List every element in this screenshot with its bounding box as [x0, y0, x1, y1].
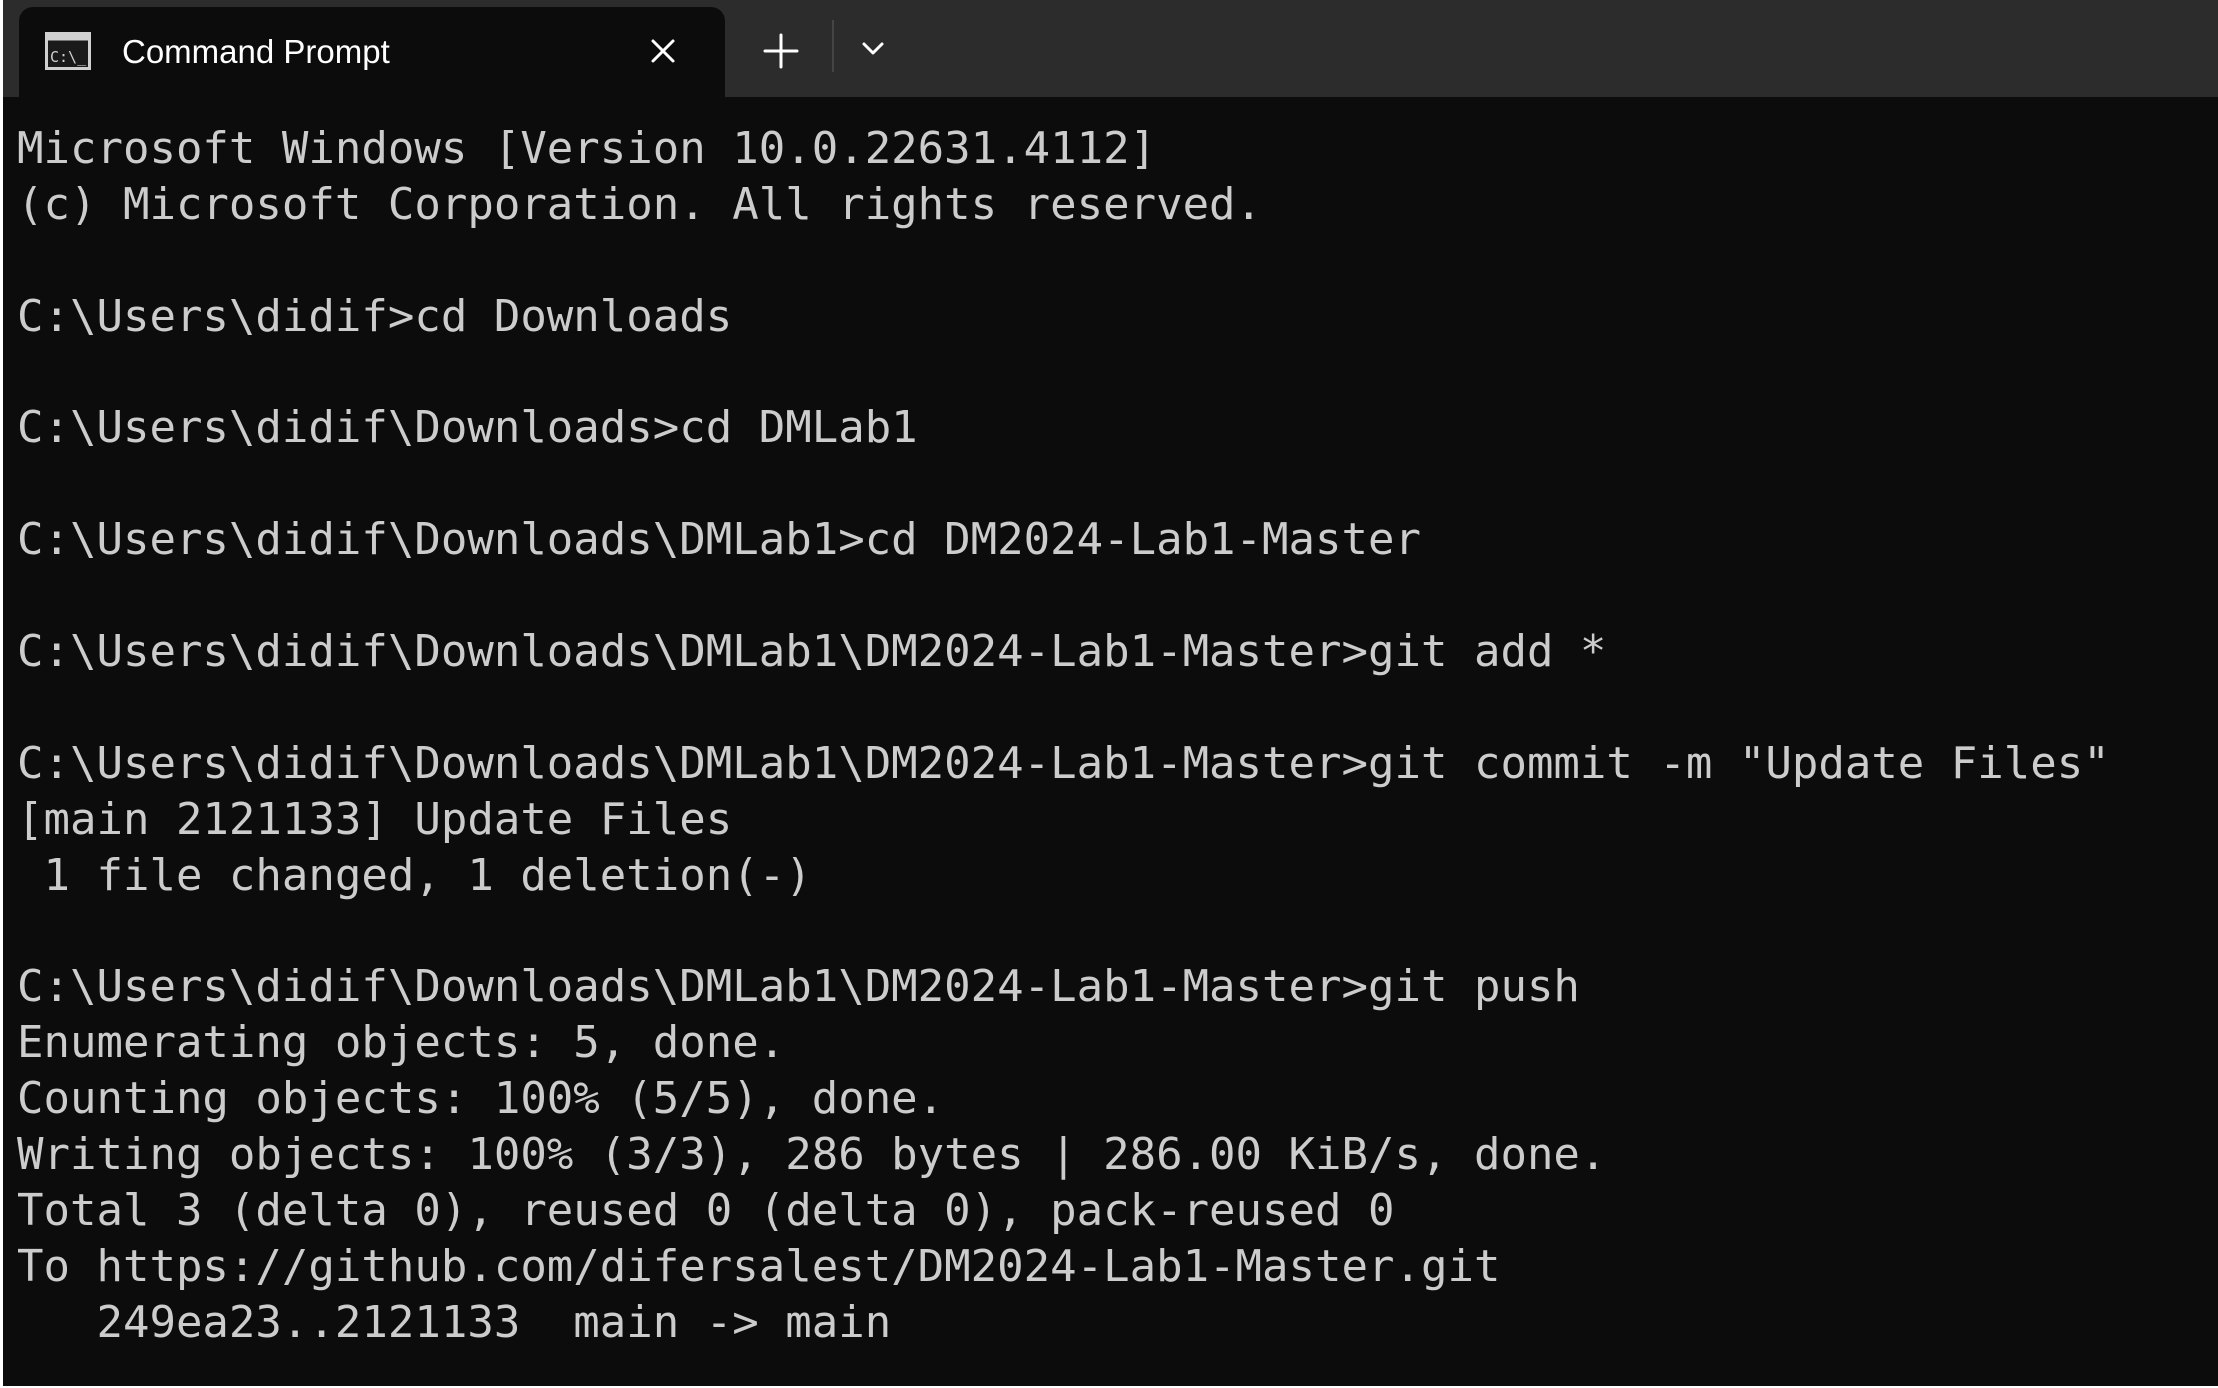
- terminal-area[interactable]: Microsoft Windows [Version 10.0.22631.41…: [3, 97, 2218, 1386]
- terminal-line: C:\Users\didif\Downloads\DMLab1>cd DM202…: [17, 514, 1421, 566]
- terminal-line: Enumerating objects: 5, done.: [17, 1017, 786, 1069]
- close-icon[interactable]: [641, 29, 685, 73]
- terminal-output: Microsoft Windows [Version 10.0.22631.41…: [17, 121, 2110, 1351]
- terminal-line: 249ea23..2121133 main -> main: [17, 1296, 892, 1348]
- terminal-line: C:\Users\didif>cd Downloads: [17, 290, 733, 342]
- terminal-line: Microsoft Windows [Version 10.0.22631.41…: [17, 123, 1157, 174]
- tab-command-prompt[interactable]: C:\_ Command Prompt: [19, 7, 725, 97]
- terminal-line: [main 2121133] Update Files: [17, 793, 733, 845]
- title-bar: C:\_ Command Prompt: [3, 0, 2218, 97]
- tab-divider: [832, 20, 834, 72]
- terminal-line: C:\Users\didif\Downloads>cd DMLab1: [17, 402, 918, 454]
- terminal-line: Total 3 (delta 0), reused 0 (delta 0), p…: [17, 1184, 1395, 1236]
- terminal-line: 1 file changed, 1 deletion(-): [17, 849, 812, 901]
- terminal-line: C:\Users\didif\Downloads\DMLab1\DM2024-L…: [17, 961, 1580, 1013]
- plus-icon[interactable]: [749, 21, 813, 77]
- terminal-line: To https://github.com/difersalest/DM2024…: [17, 1240, 1501, 1292]
- chevron-down-icon[interactable]: [845, 25, 901, 75]
- terminal-line: C:\Users\didif\Downloads\DMLab1\DM2024-L…: [17, 626, 1607, 678]
- terminal-line: (c) Microsoft Corporation. All rights re…: [17, 178, 1263, 230]
- cmd-icon: C:\_: [45, 32, 91, 70]
- tab-title: Command Prompt: [122, 33, 390, 70]
- terminal-window: C:\_ Command Prompt Microsoft Windows [V…: [3, 0, 2218, 1386]
- terminal-line: C:\Users\didif\Downloads\DMLab1\DM2024-L…: [17, 737, 2110, 789]
- terminal-line: Writing objects: 100% (3/3), 286 bytes |…: [17, 1129, 1607, 1181]
- svg-text:C:\_: C:\_: [50, 48, 87, 66]
- terminal-line: Counting objects: 100% (5/5), done.: [17, 1073, 945, 1125]
